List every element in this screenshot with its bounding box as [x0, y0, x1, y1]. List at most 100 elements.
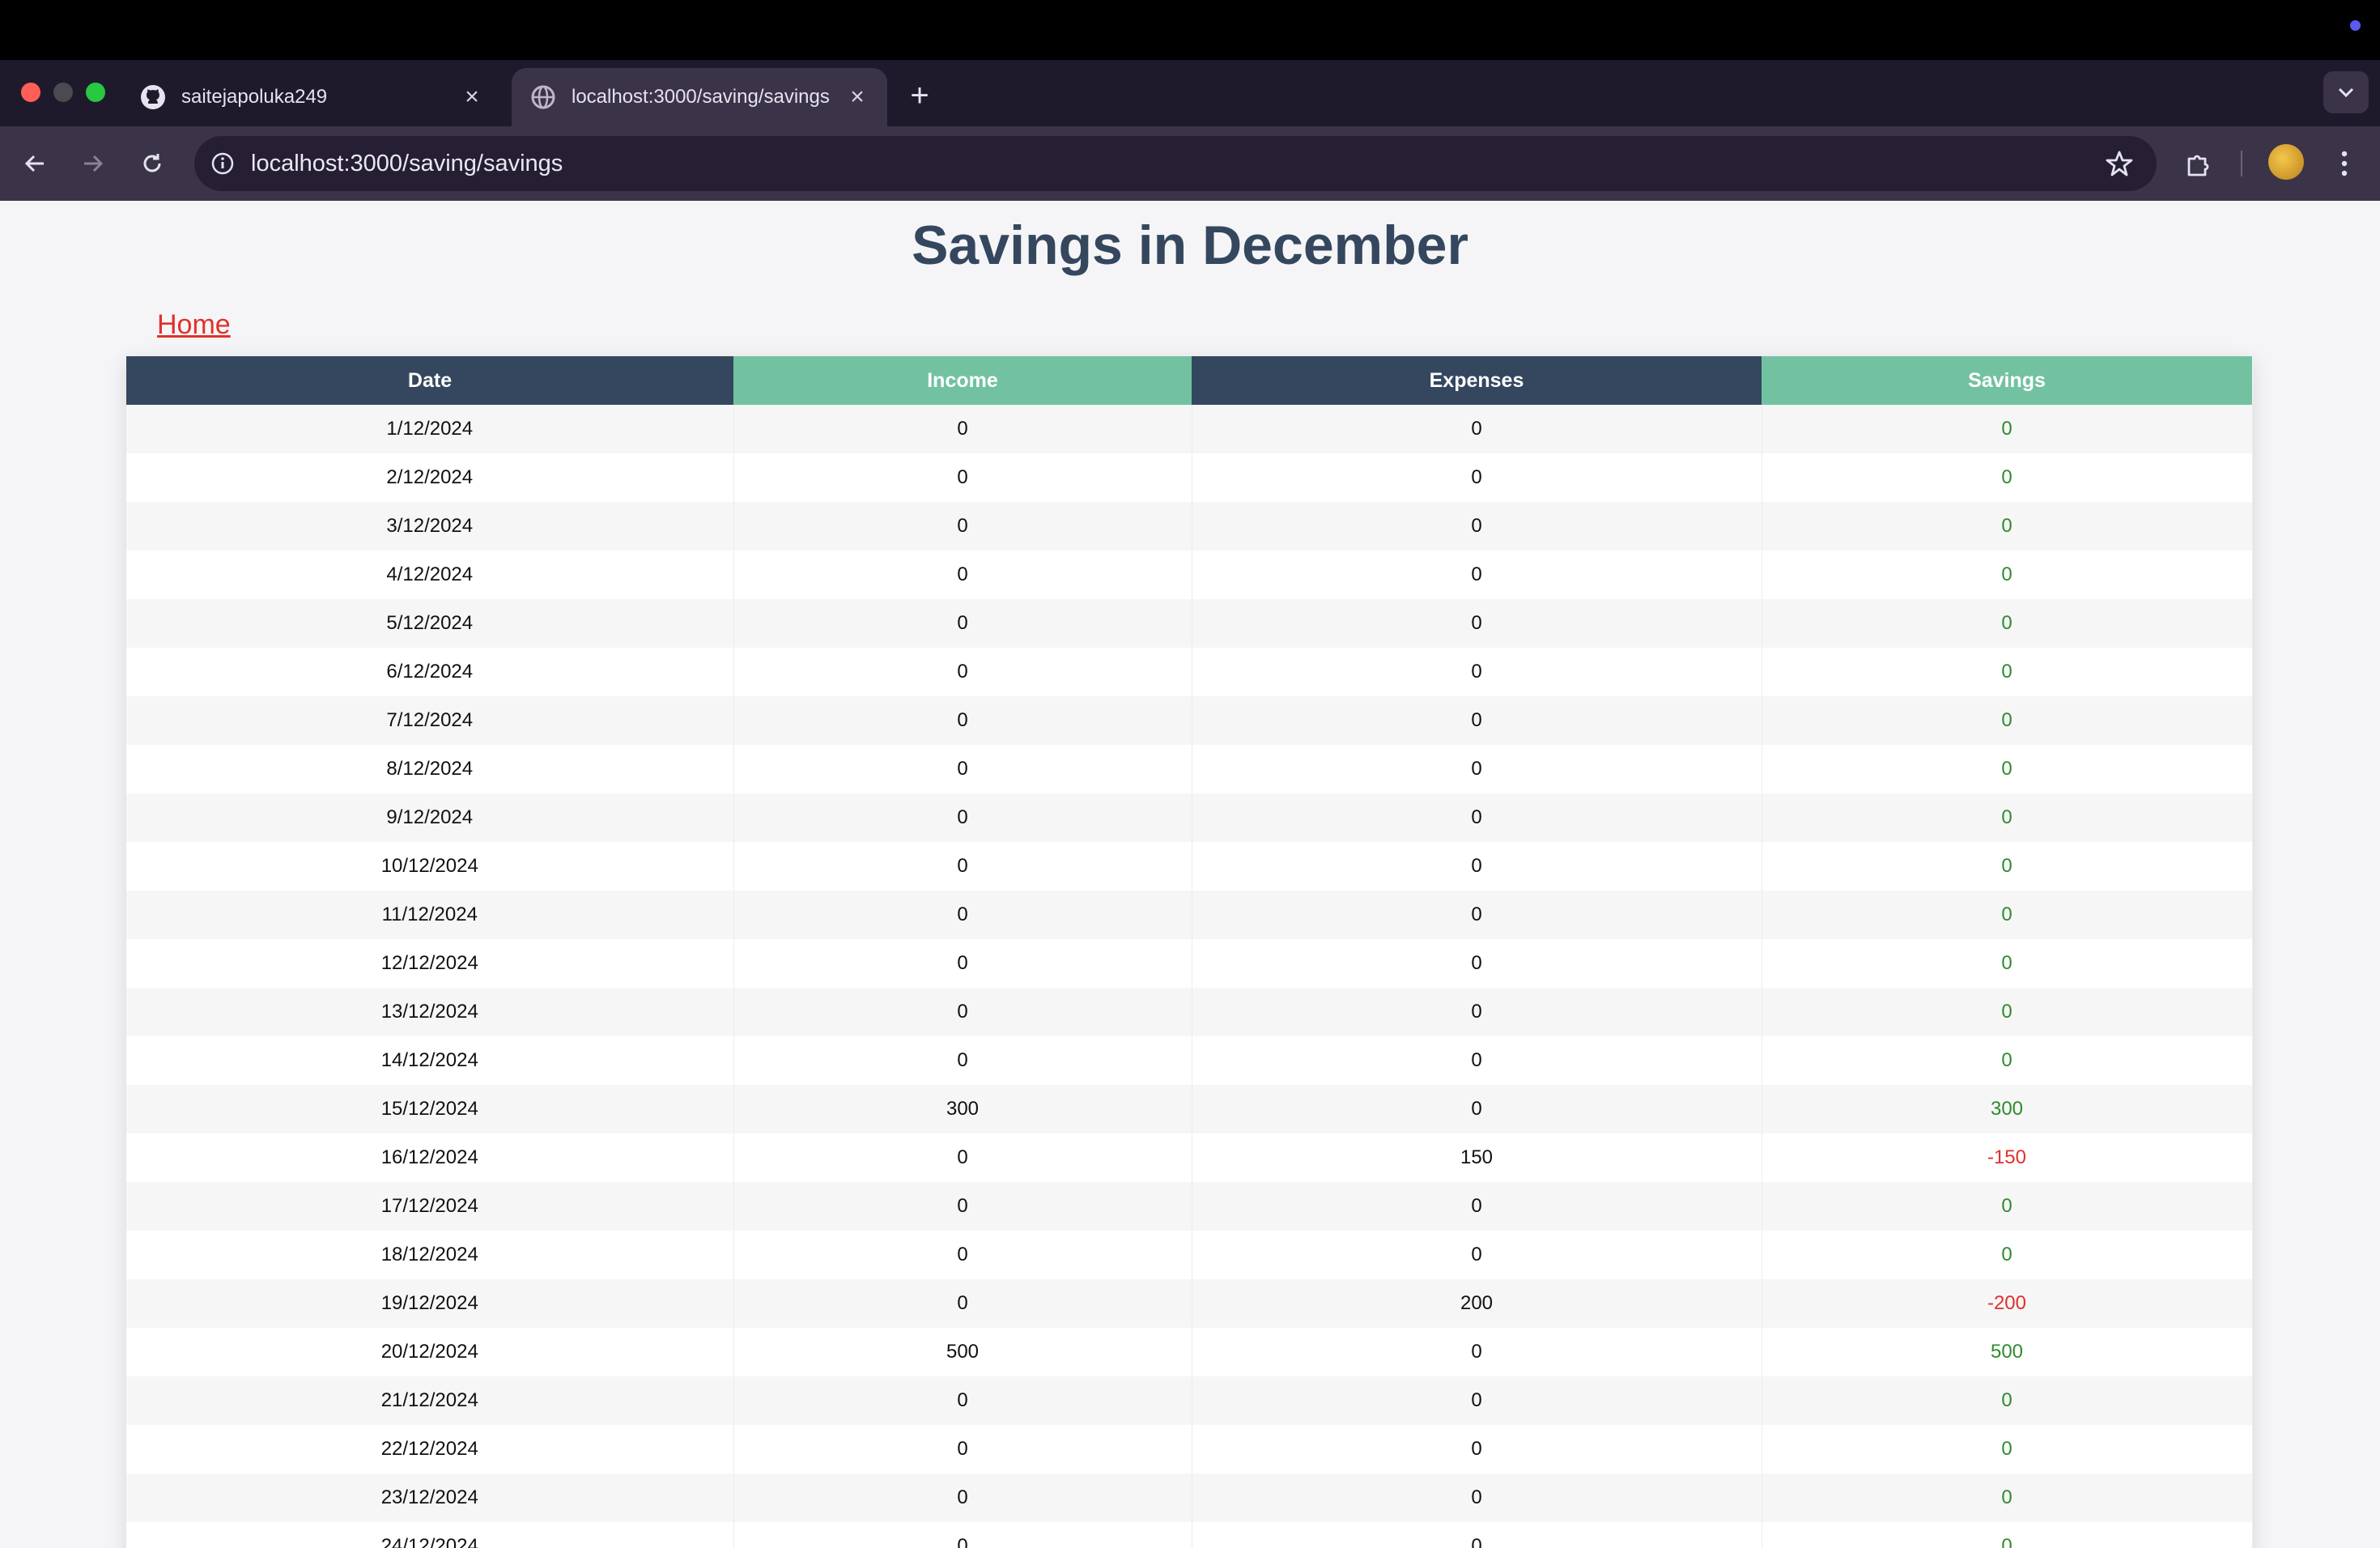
- table-row: 11/12/2024 0 0 0: [126, 891, 2253, 939]
- cell-savings: -150: [1762, 1133, 2253, 1182]
- cell-date: 8/12/2024: [126, 745, 734, 793]
- cell-savings: 500: [1762, 1328, 2253, 1376]
- cell-income: 0: [733, 1133, 1192, 1182]
- cell-date: 19/12/2024: [126, 1279, 734, 1328]
- cell-income: 0: [733, 551, 1192, 599]
- table-row: 9/12/2024 0 0 0: [126, 793, 2253, 842]
- cell-income: 0: [733, 891, 1192, 939]
- table-row: 19/12/2024 0 200 -200: [126, 1279, 2253, 1328]
- cell-expenses: 0: [1192, 648, 1762, 696]
- table-row: 22/12/2024 0 0 0: [126, 1425, 2253, 1474]
- status-dot-icon: [2350, 20, 2361, 31]
- column-header-date: Date: [126, 356, 733, 405]
- cell-savings: 0: [1762, 745, 2253, 793]
- cell-savings: 0: [1762, 696, 2253, 745]
- browser-menu-button[interactable]: [2325, 144, 2364, 183]
- back-button[interactable]: [18, 146, 53, 181]
- table-row: 15/12/2024 300 0 300: [126, 1085, 2253, 1133]
- table-row: 10/12/2024 0 0 0: [126, 842, 2253, 891]
- cell-date: 14/12/2024: [126, 1036, 734, 1085]
- site-info-icon[interactable]: [209, 150, 236, 177]
- table-row: 1/12/2024 0 0 0: [126, 405, 2253, 453]
- cell-expenses: 0: [1192, 696, 1762, 745]
- cell-savings: 0: [1762, 842, 2253, 891]
- cell-income: 0: [733, 648, 1192, 696]
- column-header-income: Income: [733, 356, 1192, 405]
- cell-date: 12/12/2024: [126, 939, 734, 988]
- cell-income: 0: [733, 696, 1192, 745]
- cell-income: 0: [733, 939, 1192, 988]
- cell-savings: 0: [1762, 551, 2253, 599]
- cell-savings: 0: [1762, 1036, 2253, 1085]
- cell-savings: 300: [1762, 1085, 2253, 1133]
- cell-savings: 0: [1762, 939, 2253, 988]
- cell-date: 18/12/2024: [126, 1231, 734, 1279]
- table-row: 13/12/2024 0 0 0: [126, 988, 2253, 1036]
- cell-expenses: 0: [1192, 599, 1762, 648]
- arrow-right-icon: [84, 155, 104, 172]
- tab-search-button[interactable]: [2323, 71, 2369, 113]
- cell-savings: 0: [1762, 793, 2253, 842]
- minimize-window-button[interactable]: [53, 83, 73, 102]
- cell-savings: 0: [1762, 1425, 2253, 1474]
- new-tab-button[interactable]: +: [903, 79, 936, 113]
- cell-date: 15/12/2024: [126, 1085, 734, 1133]
- home-link[interactable]: Home: [157, 309, 231, 341]
- cell-date: 23/12/2024: [126, 1474, 734, 1522]
- puzzle-icon: [2187, 155, 2209, 176]
- tab-localhost[interactable]: localhost:3000/saving/savings ×: [512, 68, 887, 126]
- cell-savings: 0: [1762, 648, 2253, 696]
- cell-income: 0: [733, 405, 1192, 453]
- extensions-button[interactable]: [2179, 144, 2218, 183]
- cell-expenses: 0: [1192, 1231, 1762, 1279]
- cell-date: 21/12/2024: [126, 1376, 734, 1425]
- cell-expenses: 0: [1192, 939, 1762, 988]
- cell-expenses: 0: [1192, 793, 1762, 842]
- cell-savings: 0: [1762, 1231, 2253, 1279]
- table-body: 1/12/2024 0 0 0 2/12/2024 0 0 0 3/12/2024 0 0 0 4/12…: [126, 405, 2253, 1548]
- cell-date: 2/12/2024: [126, 453, 734, 502]
- close-window-button[interactable]: [21, 83, 40, 102]
- system-menu-bar: [0, 0, 2380, 60]
- browser-toolbar: localhost:3000/saving/savings: [0, 126, 2380, 201]
- cell-date: 4/12/2024: [126, 551, 734, 599]
- cell-income: 0: [733, 1279, 1192, 1328]
- cell-income: 0: [733, 1036, 1192, 1085]
- cell-savings: 0: [1762, 502, 2253, 551]
- table-row: 21/12/2024 0 0 0: [126, 1376, 2253, 1425]
- github-icon: [139, 83, 167, 111]
- cell-income: 0: [733, 745, 1192, 793]
- cell-income: 300: [733, 1085, 1192, 1133]
- cell-savings: 0: [1762, 599, 2253, 648]
- table-row: 2/12/2024 0 0 0: [126, 453, 2253, 502]
- cell-date: 7/12/2024: [126, 696, 734, 745]
- cell-income: 0: [733, 1231, 1192, 1279]
- reload-button[interactable]: [134, 146, 170, 181]
- cell-income: 0: [733, 1522, 1192, 1548]
- cell-income: 0: [733, 1182, 1192, 1231]
- cell-date: 16/12/2024: [126, 1133, 734, 1182]
- cell-savings: 0: [1762, 405, 2253, 453]
- forward-button[interactable]: [74, 146, 110, 181]
- profile-avatar[interactable]: [2268, 144, 2304, 180]
- cell-date: 10/12/2024: [126, 842, 734, 891]
- cell-expenses: 0: [1192, 551, 1762, 599]
- address-bar[interactable]: localhost:3000/saving/savings: [194, 136, 2157, 191]
- cell-date: 1/12/2024: [126, 405, 734, 453]
- cell-expenses: 0: [1192, 1474, 1762, 1522]
- cell-expenses: 0: [1192, 1522, 1762, 1548]
- savings-table: Date Income Expenses Savings 1/12/2024 0 0…: [126, 356, 2253, 1548]
- zoom-window-button[interactable]: [86, 83, 105, 102]
- page-title: Savings in December: [912, 215, 1468, 276]
- close-tab-icon[interactable]: ×: [845, 83, 869, 110]
- reload-icon: [143, 154, 161, 172]
- cell-income: 0: [733, 842, 1192, 891]
- tab-github[interactable]: saitejapoluka249 ×: [121, 68, 502, 126]
- close-tab-icon[interactable]: ×: [460, 83, 484, 110]
- url-text[interactable]: localhost:3000/saving/savings: [251, 151, 563, 177]
- chevron-down-icon: [2338, 87, 2354, 98]
- table-row: 6/12/2024 0 0 0: [126, 648, 2253, 696]
- table-row: 4/12/2024 0 0 0: [126, 551, 2253, 599]
- bookmark-star-icon[interactable]: [2105, 149, 2134, 178]
- cell-expenses: 0: [1192, 1376, 1762, 1425]
